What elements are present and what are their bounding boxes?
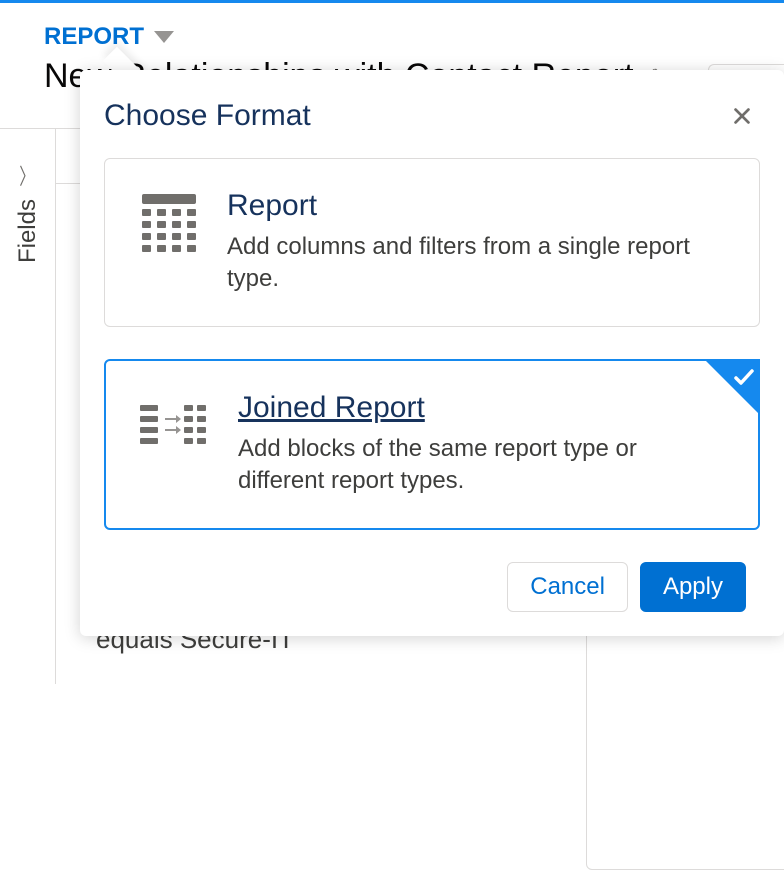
option-description: Add columns and filters from a single re… — [227, 231, 729, 296]
close-icon — [731, 105, 753, 127]
report-type-dropdown[interactable]: REPORT — [44, 23, 174, 51]
choose-format-modal: Choose Format Report Add columns and fil… — [80, 70, 784, 636]
modal-title: Choose Format — [104, 99, 311, 133]
joined-icon — [140, 395, 210, 455]
sidebar-label: Fields — [14, 199, 42, 263]
format-option-joined-report[interactable]: Joined Report Add blocks of the same rep… — [104, 359, 760, 530]
report-type-label: REPORT — [44, 23, 144, 51]
chevron-right-icon: 〉 — [20, 159, 35, 191]
apply-button[interactable]: Apply — [640, 562, 746, 612]
selected-badge — [704, 359, 760, 415]
check-icon — [732, 365, 756, 389]
table-icon — [139, 193, 199, 253]
option-description: Add blocks of the same report type or di… — [238, 433, 728, 498]
cancel-button[interactable]: Cancel — [507, 562, 628, 612]
option-title: Report — [227, 189, 729, 223]
close-button[interactable] — [724, 98, 760, 134]
fields-sidebar[interactable]: 〉 Fields — [0, 128, 56, 684]
option-title: Joined Report — [238, 391, 728, 425]
chevron-down-icon — [154, 31, 174, 43]
format-option-report[interactable]: Report Add columns and filters from a si… — [104, 158, 760, 327]
